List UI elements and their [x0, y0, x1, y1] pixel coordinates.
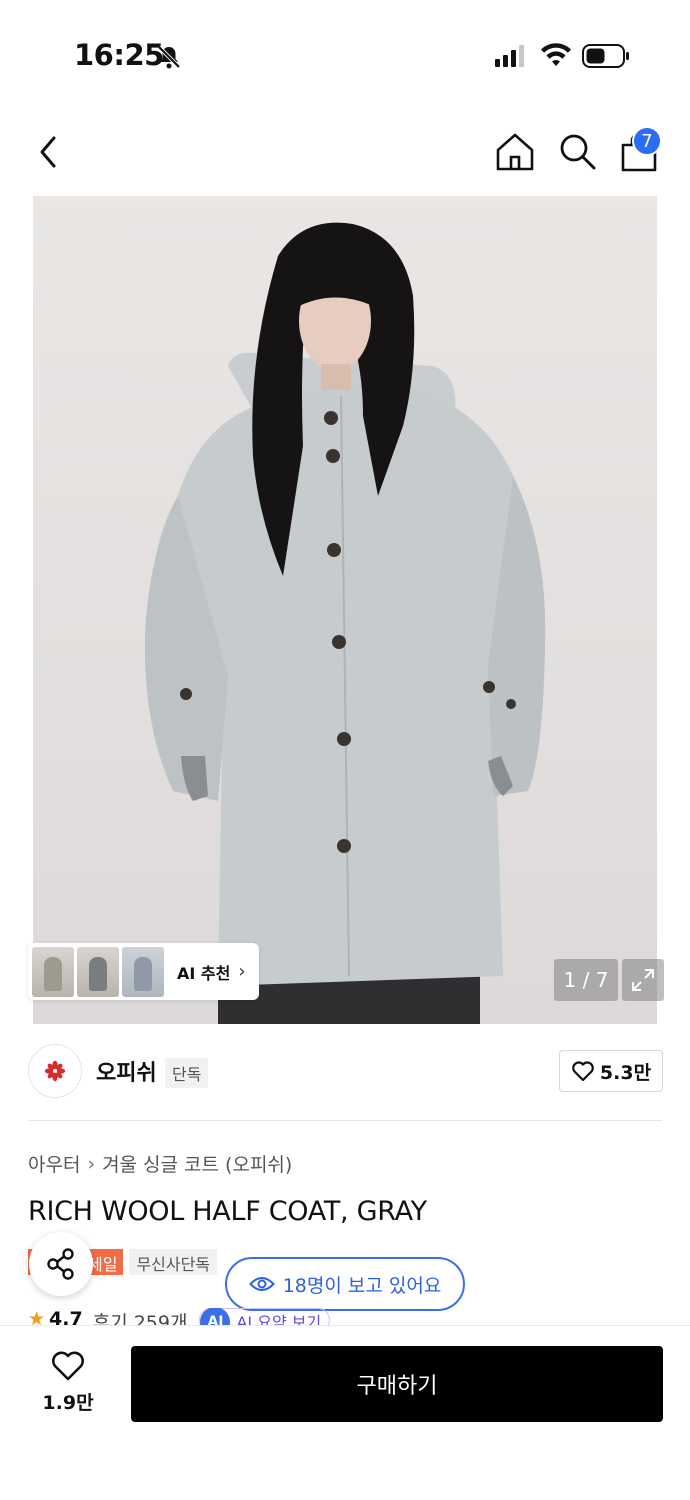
model-coat-illustration [144, 222, 546, 1024]
expand-image-button[interactable] [622, 959, 664, 1001]
heart-icon [572, 1061, 594, 1082]
wifi-icon [541, 43, 571, 66]
share-icon [47, 1248, 74, 1280]
chevron-right-icon: › [238, 961, 246, 982]
brand-logo[interactable] [28, 1044, 82, 1098]
heart-icon [52, 1351, 84, 1381]
wishlist-count: 1.9만 [42, 1392, 94, 1414]
ai-recommend-label: AI 추천 [177, 963, 231, 983]
product-title: RICH WOOL HALF COAT, GRAY [28, 1196, 427, 1227]
battery-icon [582, 44, 629, 68]
ai-recommend-strip[interactable]: AI 추천 › [28, 943, 259, 1000]
status-bar: 16:25 [0, 0, 690, 100]
divider [28, 1120, 662, 1121]
breadcrumb-category[interactable]: 아우터 [28, 1150, 80, 1177]
wishlist-button[interactable]: 1.9만 [30, 1350, 106, 1430]
viewers-count-pill: 18명이 보고 있어요 [225, 1257, 465, 1311]
brand-name[interactable]: 오피쉬 [96, 1055, 157, 1087]
bottom-action-bar: 1.9만 구매하기 [0, 1325, 690, 1500]
status-time: 16:25 [74, 38, 164, 72]
chevron-right-icon: › [87, 1152, 96, 1175]
eye-icon [248, 1277, 275, 1291]
thumbnail[interactable] [32, 946, 74, 997]
brand-flower-icon [44, 1060, 66, 1082]
back-arrow-icon[interactable] [30, 130, 70, 174]
brand-exclusive-tag: 단독 [165, 1058, 209, 1088]
exclusive-badge: 무신사단독 [129, 1249, 218, 1275]
thumbnail[interactable] [77, 946, 119, 997]
cart-count-badge: 7 [632, 126, 662, 156]
breadcrumb-subcategory[interactable]: 겨울 싱글 코트 (오피쉬) [102, 1150, 292, 1177]
expand-icon [632, 969, 654, 991]
bell-muted-icon [157, 45, 181, 69]
home-icon[interactable] [494, 130, 536, 174]
search-icon[interactable] [556, 130, 598, 172]
brand-like-button[interactable]: 5.3만 [559, 1050, 663, 1092]
buy-button[interactable]: 구매하기 [131, 1346, 663, 1422]
product-image[interactable] [33, 196, 657, 1024]
share-button[interactable] [29, 1232, 93, 1296]
viewers-text: 18명이 보고 있어요 [282, 1274, 442, 1297]
cellular-signal-icon [495, 45, 524, 67]
image-page-counter: 1 / 7 [554, 959, 618, 1001]
breadcrumb: 아우터 › 겨울 싱글 코트 (오피쉬) [28, 1150, 292, 1177]
thumbnail[interactable] [122, 946, 164, 997]
ai-recommend-link[interactable]: AI 추천 › [177, 960, 246, 984]
brand-like-count: 5.3만 [599, 1061, 652, 1084]
top-nav-bar [0, 116, 690, 186]
